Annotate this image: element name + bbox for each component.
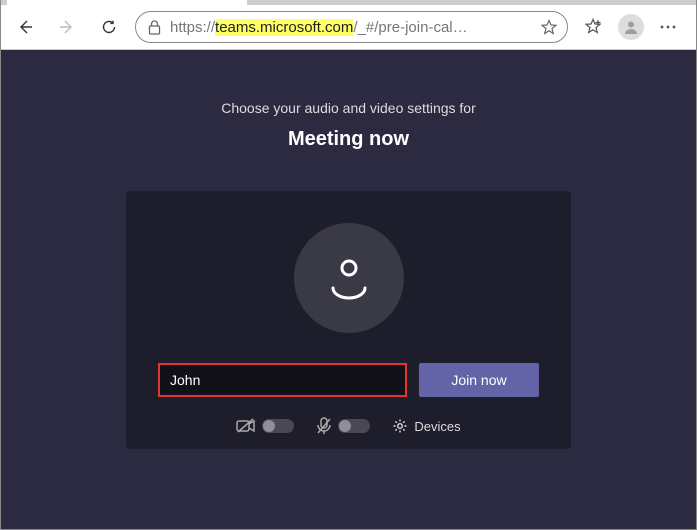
favorite-button[interactable] [541,19,557,35]
join-now-button[interactable]: Join now [419,363,539,397]
instruction-text: Choose your audio and video settings for [221,100,476,116]
forward-button[interactable] [51,11,83,43]
camera-off-icon [236,418,256,434]
window-maximize-button[interactable] [604,0,650,1]
window-controls [558,0,696,1]
devices-label: Devices [414,419,460,434]
address-bar[interactable]: https://teams.microsoft.com/_#/pre-join-… [135,11,568,43]
tab-strip: T Meeting | Microsoft Teams [1,0,696,5]
join-row: Join now [158,363,539,397]
mic-off-icon [316,417,332,435]
mic-toggle-group [316,417,370,435]
browser-tab[interactable]: T Meeting | Microsoft Teams [7,0,247,5]
url-prefix: https:// [170,19,215,36]
camera-toggle-group [236,418,294,434]
toolbar-right [578,11,688,43]
browser-window: T Meeting | Microsoft Teams [0,0,697,530]
teams-prejoin-page: Choose your audio and video settings for… [1,50,696,529]
url-path: /_#/pre-join-cal… [353,19,467,36]
meeting-title: Meeting now [288,128,409,151]
more-button[interactable] [652,11,684,43]
camera-placeholder [294,223,404,333]
lock-icon [146,20,162,35]
devices-button[interactable]: Devices [392,418,460,434]
name-input-highlight [158,363,407,397]
refresh-button[interactable] [93,11,125,43]
url-domain: teams.microsoft.com [215,19,353,36]
name-input[interactable] [170,372,395,388]
back-button[interactable] [9,11,41,43]
browser-toolbar: https://teams.microsoft.com/_#/pre-join-… [1,5,696,50]
window-minimize-button[interactable] [558,0,604,1]
window-close-button[interactable] [650,0,696,1]
person-outline-icon [321,250,377,306]
collections-button[interactable] [578,11,610,43]
profile-button[interactable] [618,14,644,40]
new-tab-button[interactable] [251,0,281,3]
device-row: Devices [236,417,460,435]
url-text: https://teams.microsoft.com/_#/pre-join-… [170,19,533,36]
prejoin-card: Join now [126,191,571,449]
mic-toggle[interactable] [338,419,370,433]
camera-toggle[interactable] [262,419,294,433]
gear-icon [392,418,408,434]
